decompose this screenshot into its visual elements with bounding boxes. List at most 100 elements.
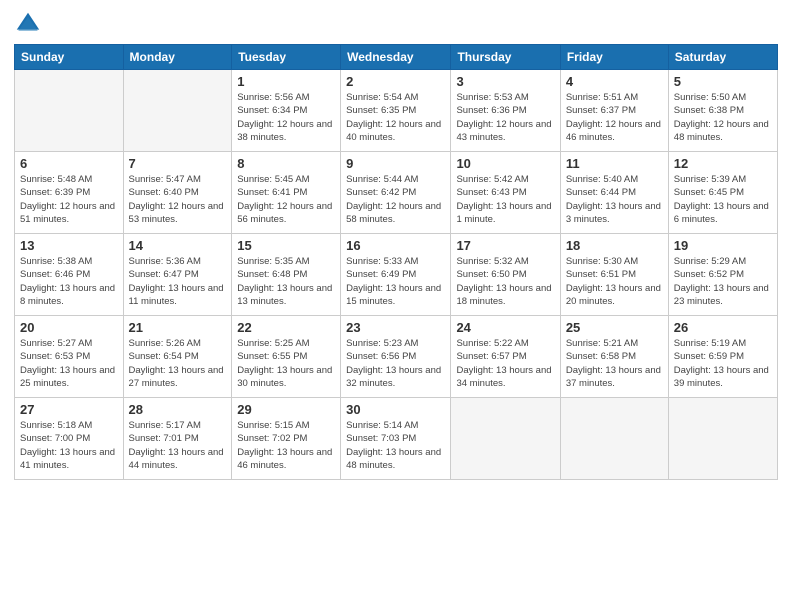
day-info: Sunrise: 5:29 AM Sunset: 6:52 PM Dayligh… — [674, 255, 772, 308]
day-number: 3 — [456, 74, 554, 89]
day-cell: 1 Sunrise: 5:56 AM Sunset: 6:34 PM Daylig… — [232, 70, 341, 152]
day-cell: 19 Sunrise: 5:29 AM Sunset: 6:52 PM Dayli… — [668, 234, 777, 316]
day-cell: 18 Sunrise: 5:30 AM Sunset: 6:51 PM Dayli… — [560, 234, 668, 316]
main-container: SundayMondayTuesdayWednesdayThursdayFrid… — [0, 0, 792, 612]
day-cell — [15, 70, 124, 152]
day-number: 2 — [346, 74, 445, 89]
weekday-header-friday: Friday — [560, 45, 668, 70]
day-info: Sunrise: 5:21 AM Sunset: 6:58 PM Dayligh… — [566, 337, 663, 390]
day-info: Sunrise: 5:30 AM Sunset: 6:51 PM Dayligh… — [566, 255, 663, 308]
day-cell: 17 Sunrise: 5:32 AM Sunset: 6:50 PM Dayli… — [451, 234, 560, 316]
day-number: 11 — [566, 156, 663, 171]
calendar-table: SundayMondayTuesdayWednesdayThursdayFrid… — [14, 44, 778, 480]
week-row-3: 20 Sunrise: 5:27 AM Sunset: 6:53 PM Dayli… — [15, 316, 778, 398]
day-cell: 30 Sunrise: 5:14 AM Sunset: 7:03 PM Dayli… — [341, 398, 451, 480]
day-info: Sunrise: 5:32 AM Sunset: 6:50 PM Dayligh… — [456, 255, 554, 308]
day-info: Sunrise: 5:39 AM Sunset: 6:45 PM Dayligh… — [674, 173, 772, 226]
week-row-0: 1 Sunrise: 5:56 AM Sunset: 6:34 PM Daylig… — [15, 70, 778, 152]
day-number: 1 — [237, 74, 335, 89]
day-number: 23 — [346, 320, 445, 335]
day-cell: 3 Sunrise: 5:53 AM Sunset: 6:36 PM Daylig… — [451, 70, 560, 152]
day-cell: 5Sunrise: 5:50 AM Sunset: 6:38 PM Daylig… — [668, 70, 777, 152]
day-cell: 10 Sunrise: 5:42 AM Sunset: 6:43 PM Dayli… — [451, 152, 560, 234]
day-info: Sunrise: 5:42 AM Sunset: 6:43 PM Dayligh… — [456, 173, 554, 226]
day-number: 6 — [20, 156, 118, 171]
day-number: 10 — [456, 156, 554, 171]
day-number: 16 — [346, 238, 445, 253]
day-cell: 15 Sunrise: 5:35 AM Sunset: 6:48 PM Dayli… — [232, 234, 341, 316]
day-info: Sunrise: 5:25 AM Sunset: 6:55 PM Dayligh… — [237, 337, 335, 390]
day-number: 21 — [129, 320, 227, 335]
day-cell: 27 Sunrise: 5:18 AM Sunset: 7:00 PM Dayli… — [15, 398, 124, 480]
week-row-4: 27 Sunrise: 5:18 AM Sunset: 7:00 PM Dayli… — [15, 398, 778, 480]
day-info: Sunrise: 5:18 AM Sunset: 7:00 PM Dayligh… — [20, 419, 118, 472]
day-cell: 12 Sunrise: 5:39 AM Sunset: 6:45 PM Dayli… — [668, 152, 777, 234]
day-number: 8 — [237, 156, 335, 171]
logo-icon — [14, 10, 42, 38]
day-cell — [451, 398, 560, 480]
day-cell — [123, 70, 232, 152]
day-info: Sunrise: 5:22 AM Sunset: 6:57 PM Dayligh… — [456, 337, 554, 390]
day-cell: 28 Sunrise: 5:17 AM Sunset: 7:01 PM Dayli… — [123, 398, 232, 480]
day-info: Sunrise: 5:53 AM Sunset: 6:36 PM Dayligh… — [456, 91, 554, 144]
day-number: 26 — [674, 320, 772, 335]
day-cell: 23Sunrise: 5:23 AM Sunset: 6:56 PM Dayli… — [341, 316, 451, 398]
day-number: 4 — [566, 74, 663, 89]
day-info: Sunrise: 5:56 AM Sunset: 6:34 PM Dayligh… — [237, 91, 335, 144]
day-info: Sunrise: 5:33 AM Sunset: 6:49 PM Dayligh… — [346, 255, 445, 308]
day-number: 29 — [237, 402, 335, 417]
weekday-header-thursday: Thursday — [451, 45, 560, 70]
day-info: Sunrise: 5:19 AM Sunset: 6:59 PM Dayligh… — [674, 337, 772, 390]
day-info: Sunrise: 5:54 AM Sunset: 6:35 PM Dayligh… — [346, 91, 445, 144]
day-number: 9 — [346, 156, 445, 171]
day-number: 13 — [20, 238, 118, 253]
day-cell: 25Sunrise: 5:21 AM Sunset: 6:58 PM Dayli… — [560, 316, 668, 398]
day-info: Sunrise: 5:14 AM Sunset: 7:03 PM Dayligh… — [346, 419, 445, 472]
day-info: Sunrise: 5:48 AM Sunset: 6:39 PM Dayligh… — [20, 173, 118, 226]
day-number: 22 — [237, 320, 335, 335]
day-cell — [668, 398, 777, 480]
day-cell: 2 Sunrise: 5:54 AM Sunset: 6:35 PM Daylig… — [341, 70, 451, 152]
week-row-1: 6 Sunrise: 5:48 AM Sunset: 6:39 PM Daylig… — [15, 152, 778, 234]
weekday-header-monday: Monday — [123, 45, 232, 70]
day-info: Sunrise: 5:36 AM Sunset: 6:47 PM Dayligh… — [129, 255, 227, 308]
day-number: 7 — [129, 156, 227, 171]
day-number: 27 — [20, 402, 118, 417]
day-number: 15 — [237, 238, 335, 253]
weekday-header-tuesday: Tuesday — [232, 45, 341, 70]
day-info: Sunrise: 5:50 AM Sunset: 6:38 PM Dayligh… — [674, 91, 772, 144]
day-info: Sunrise: 5:27 AM Sunset: 6:53 PM Dayligh… — [20, 337, 118, 390]
day-info: Sunrise: 5:47 AM Sunset: 6:40 PM Dayligh… — [129, 173, 227, 226]
day-info: Sunrise: 5:15 AM Sunset: 7:02 PM Dayligh… — [237, 419, 335, 472]
day-cell: 29 Sunrise: 5:15 AM Sunset: 7:02 PM Dayli… — [232, 398, 341, 480]
day-cell: 13 Sunrise: 5:38 AM Sunset: 6:46 PM Dayli… — [15, 234, 124, 316]
day-info: Sunrise: 5:45 AM Sunset: 6:41 PM Dayligh… — [237, 173, 335, 226]
logo — [14, 10, 46, 38]
header — [14, 10, 778, 38]
day-number: 17 — [456, 238, 554, 253]
weekday-header-saturday: Saturday — [668, 45, 777, 70]
day-number: 20 — [20, 320, 118, 335]
day-cell: 16 Sunrise: 5:33 AM Sunset: 6:49 PM Dayli… — [341, 234, 451, 316]
week-row-2: 13 Sunrise: 5:38 AM Sunset: 6:46 PM Dayli… — [15, 234, 778, 316]
day-info: Sunrise: 5:51 AM Sunset: 6:37 PM Dayligh… — [566, 91, 663, 144]
day-number: 28 — [129, 402, 227, 417]
day-cell: 24 Sunrise: 5:22 AM Sunset: 6:57 PM Dayli… — [451, 316, 560, 398]
day-cell: 26 Sunrise: 5:19 AM Sunset: 6:59 PM Dayli… — [668, 316, 777, 398]
day-number: 19 — [674, 238, 772, 253]
day-info: Sunrise: 5:44 AM Sunset: 6:42 PM Dayligh… — [346, 173, 445, 226]
day-info: Sunrise: 5:40 AM Sunset: 6:44 PM Dayligh… — [566, 173, 663, 226]
day-cell: 8 Sunrise: 5:45 AM Sunset: 6:41 PM Daylig… — [232, 152, 341, 234]
day-cell: 9 Sunrise: 5:44 AM Sunset: 6:42 PM Daylig… — [341, 152, 451, 234]
day-number: 12 — [674, 156, 772, 171]
day-info: Sunrise: 5:17 AM Sunset: 7:01 PM Dayligh… — [129, 419, 227, 472]
weekday-header-row: SundayMondayTuesdayWednesdayThursdayFrid… — [15, 45, 778, 70]
day-info: Sunrise: 5:38 AM Sunset: 6:46 PM Dayligh… — [20, 255, 118, 308]
day-cell: 14Sunrise: 5:36 AM Sunset: 6:47 PM Dayli… — [123, 234, 232, 316]
day-number: 30 — [346, 402, 445, 417]
weekday-header-sunday: Sunday — [15, 45, 124, 70]
day-info: Sunrise: 5:35 AM Sunset: 6:48 PM Dayligh… — [237, 255, 335, 308]
day-cell: 20 Sunrise: 5:27 AM Sunset: 6:53 PM Dayli… — [15, 316, 124, 398]
day-number: 18 — [566, 238, 663, 253]
day-number: 24 — [456, 320, 554, 335]
